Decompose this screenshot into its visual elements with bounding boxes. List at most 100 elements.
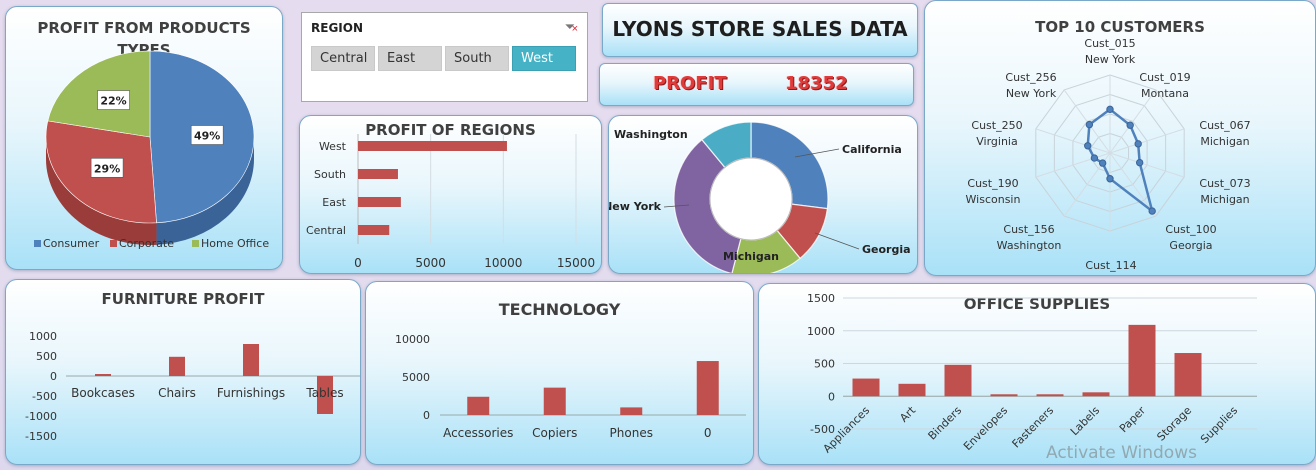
legend-label: Consumer [43,237,100,250]
radar-point [1085,120,1094,129]
category-label: Paper [1117,404,1149,436]
radar-point [1084,142,1092,150]
radar-point [1098,159,1107,167]
bar [1036,394,1064,397]
radar-axis-label: Cust_250 [971,119,1022,132]
radar-point [1134,140,1142,148]
windows-watermark: Activate Windows [1046,443,1197,463]
category-label: Supplies [1198,404,1240,446]
legend-label: Corporate [119,237,174,250]
bar [169,356,185,376]
bar [358,141,507,151]
y-tick-label: 5000 [402,371,430,384]
bar [852,378,880,397]
category-label: Tables [305,386,343,400]
top-customers-panel: TOP 10 CUSTOMERS Cust_015 New York Cust_01… [924,0,1316,276]
regions-panel: PROFIT OF REGIONS West South East Central 0 5… [299,115,602,274]
states-panel: California Georgia Michigan New York Washing… [608,115,918,274]
bar [1082,392,1110,397]
y-tick-label: -500 [32,390,57,403]
bar [620,407,643,415]
y-tick-label: -500 [810,423,835,436]
radar-axis-label: Cust_019 [1139,71,1190,84]
radar-axis-label: Cust_073 [1199,177,1250,190]
category-label: Binders [926,404,965,443]
radar-axis-label: Montana [1141,87,1189,100]
radar-axis-label: Michigan [1200,135,1249,148]
y-tick-label: -1500 [25,430,57,443]
y-tick-label: -1000 [25,410,57,423]
x-tick-label: 0 [354,256,362,270]
furniture-bar-chart: 1000 500 0 -500 -1000 -1500 Bookcases Chairs Fur… [25,330,360,443]
y-tick-label: 0 [423,409,430,422]
category-label: 0 [704,426,712,440]
office-supplies-panel: OFFICE SUPPLIES 1500 1000 500 0 -500 Applianc… [758,283,1316,465]
slicer-item-east[interactable]: East [378,46,442,71]
radar-axis-label: New York [1085,53,1136,66]
category-label: Furnishings [217,386,285,400]
regions-bar-chart: West South East Central 0 5000 10000 15000 [306,134,595,270]
bar [543,387,566,415]
y-tick-label: 1000 [29,330,57,343]
legend-swatch [34,240,41,247]
technology-bar-chart: 10000 5000 0 Accessories Copiers Phones 0 [395,333,746,440]
region-slicer[interactable]: REGION ⏷ Central East South West [301,12,588,102]
radar-point [1135,158,1144,167]
category-label: Labels [1068,404,1102,438]
profit-label: PROFIT [653,73,727,94]
slicer-item-central[interactable]: Central [311,46,375,71]
top-customers-radar-chart: Cust_015New YorkCust_019MontanaCust_067M… [966,37,1251,272]
radar-axis-label: Wisconsin [966,193,1021,206]
clear-filter-icon[interactable]: ⏷ [565,19,579,35]
bar [696,361,719,415]
profit-value: 18352 [785,73,848,94]
donut-label: Michigan [723,250,779,263]
category-label: Accessories [443,426,513,440]
category-label: West [319,140,347,153]
legend-swatch [110,240,117,247]
bar [898,383,926,397]
category-label: South [314,168,346,181]
leader-line [814,232,860,250]
legend-swatch [192,240,199,247]
y-tick-label: 0 [828,390,835,403]
y-tick-label: 1500 [807,292,835,305]
bar [944,364,972,397]
radar-axis-label: Georgia [1169,239,1212,252]
pie-data-label: 29% [94,162,120,175]
radar-point [1148,207,1156,215]
radar-axis-label: Virginia [976,135,1017,148]
radar-point [1090,154,1099,162]
furniture-panel: FURNITURE PROFIT 1000 500 0 -500 -1000 -1500 B… [5,279,361,465]
x-tick-label: 5000 [415,256,446,270]
radar-axis-label: Cust_256 [1005,71,1056,84]
bar [1128,324,1156,397]
bar [358,169,398,179]
states-donut-chart: California Georgia Michigan New York Washing… [609,121,911,273]
y-tick-label: 10000 [395,333,430,346]
y-tick-label: 500 [814,358,835,371]
category-label: Copiers [532,426,577,440]
bar [467,396,490,415]
radar-axis-label: Cust_067 [1199,119,1250,132]
category-label: Phones [610,426,653,440]
bar [358,197,401,207]
category-label: Envelopes [961,404,1010,453]
bar [243,344,259,376]
radar-point [1106,105,1114,114]
bar [358,225,390,235]
slicer-item-west[interactable]: West [512,46,576,71]
radar-axis-label: Cust_100 [1165,223,1216,236]
radar-axis-label: Cust_190 [967,177,1018,190]
slicer-item-south[interactable]: South [445,46,509,71]
office-supplies-bar-chart: 150010005000-500Appliances Art BindersEnve… [807,292,1257,455]
radar-axis-label: Cust_156 [1003,223,1054,236]
bar [95,374,111,376]
y-tick-label: 0 [50,370,57,383]
dashboard-title: LYONS STORE SALES DATA [602,3,918,57]
category-label: Storage [1154,404,1194,444]
bar [990,394,1018,397]
category-label: Central [306,224,346,237]
radar-axis-label: Washington [997,239,1062,252]
radar-axis-label: New York [1006,87,1057,100]
